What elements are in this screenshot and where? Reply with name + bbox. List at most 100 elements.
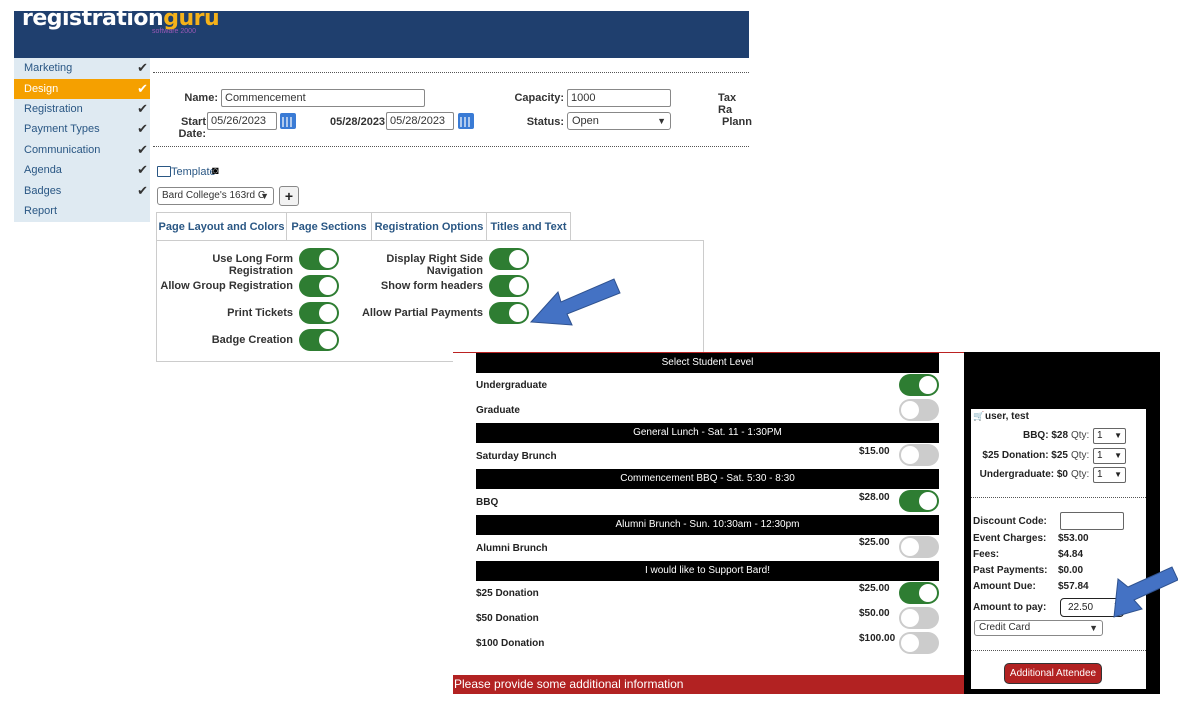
long-form-toggle[interactable] — [299, 248, 339, 270]
status-select[interactable]: Open ▼ — [567, 112, 671, 130]
print-tickets-toggle[interactable] — [299, 302, 339, 324]
cart-item-label: BBQ: $28 — [1022, 430, 1068, 441]
chevron-down-icon: ▼ — [1114, 470, 1122, 479]
sidebar-item-report[interactable]: Report — [14, 201, 150, 221]
tab-page-layout[interactable]: Page Layout and Colors — [156, 212, 287, 241]
cart-item-label: $25 Donation: $25 — [982, 450, 1068, 461]
option-label: BBQ — [476, 497, 499, 508]
donation-25-toggle[interactable] — [899, 582, 939, 604]
capacity-input[interactable]: 1000 — [567, 89, 671, 107]
event-charges-value: $53.00 — [1058, 533, 1089, 544]
check-icon: ✔ — [137, 142, 148, 157]
alumni-brunch-toggle[interactable] — [899, 536, 939, 558]
option-price: $50.00 — [859, 608, 890, 619]
toggle-label: Show form headers — [380, 280, 483, 292]
tab-registration-options[interactable]: Registration Options — [371, 212, 487, 241]
toggle-label: Allow Partial Payments — [361, 307, 483, 319]
section-header: Commencement BBQ - Sat. 5:30 - 8:30 — [476, 469, 939, 489]
check-icon: ✔ — [137, 121, 148, 136]
graduate-toggle[interactable] — [899, 399, 939, 421]
chevron-down-icon: ▼ — [1089, 623, 1098, 633]
qty-select[interactable]: 1 ▼ — [1093, 467, 1126, 483]
name-input[interactable]: Commencement — [221, 89, 425, 107]
tab-page-sections[interactable]: Page Sections — [286, 212, 372, 241]
partial-payments-toggle[interactable] — [489, 302, 529, 324]
check-icon: ✔ — [137, 101, 148, 116]
form-headers-toggle[interactable] — [489, 275, 529, 297]
fees-label: Fees: — [973, 549, 1000, 560]
additional-info-bar: Please provide some additional informati… — [453, 675, 965, 694]
option-price: $25.00 — [859, 583, 890, 594]
qty-select[interactable]: 1 ▼ — [1093, 428, 1126, 444]
additional-attendee-button[interactable]: Additional Attendee — [1004, 663, 1102, 684]
toggle-label: Use Long Form Registration — [212, 253, 293, 277]
past-payments-value: $0.00 — [1058, 565, 1084, 576]
template-label[interactable]: Template — [171, 166, 216, 178]
section-header: General Lunch - Sat. 11 - 1:30PM — [476, 423, 939, 443]
group-registration-toggle[interactable] — [299, 275, 339, 297]
undergraduate-toggle[interactable] — [899, 374, 939, 396]
bbq-toggle[interactable] — [899, 490, 939, 512]
donation-50-toggle[interactable] — [899, 607, 939, 629]
monitor-icon — [157, 166, 171, 177]
binoculars-icon[interactable]: ◙ — [212, 165, 219, 177]
sidebar-item-payment-types[interactable]: Payment Types ✔ — [14, 119, 150, 139]
amount-due-label: Amount Due: — [973, 581, 1036, 592]
chevron-down-icon: ▼ — [1114, 451, 1122, 460]
payment-method-select[interactable]: Credit Card ▼ — [974, 620, 1103, 636]
option-label: $100 Donation — [476, 638, 545, 649]
arrow-pointer-icon — [1113, 566, 1178, 618]
calendar-icon[interactable] — [280, 113, 296, 129]
sidebar-item-marketing[interactable]: Marketing ✔ — [14, 58, 150, 78]
add-template-button[interactable]: + — [279, 186, 299, 206]
check-icon: ✔ — [137, 183, 148, 198]
discount-code-input[interactable] — [1060, 512, 1124, 530]
qty-select[interactable]: 1 ▼ — [1093, 448, 1126, 464]
fees-value: $4.84 — [1058, 549, 1084, 560]
qty-label: Qty: — [1071, 450, 1090, 461]
check-icon: ✔ — [137, 81, 148, 96]
planner-label: Plann — [722, 116, 752, 128]
section-header: Alumni Brunch - Sun. 10:30am - 12:30pm — [476, 515, 939, 535]
chevron-down-icon: ▼ — [1114, 431, 1122, 440]
saturday-brunch-toggle[interactable] — [899, 444, 939, 466]
end-date-input[interactable]: 05/28/2023 — [386, 112, 454, 130]
qty-label: Qty: — [1071, 469, 1090, 480]
event-charges-label: Event Charges: — [973, 533, 1047, 544]
section-header: Select Student Level — [476, 353, 939, 373]
chevron-down-icon: ▼ — [260, 191, 269, 201]
option-label: Saturday Brunch — [476, 451, 557, 462]
cart-item-label: Undergraduate: $0 — [979, 469, 1068, 480]
check-icon: ✔ — [137, 162, 148, 177]
donation-100-toggle[interactable] — [899, 632, 939, 654]
cart-user: user, test — [985, 411, 1029, 422]
divider — [971, 497, 1146, 498]
divider — [971, 650, 1146, 651]
sidebar-item-badges[interactable]: Badges ✔ — [14, 181, 150, 201]
tab-titles-text[interactable]: Titles and Text — [486, 212, 571, 241]
toggle-label: Print Tickets — [227, 307, 293, 319]
option-price: $25.00 — [859, 537, 890, 548]
qty-label: Qty: — [1071, 430, 1090, 441]
option-label: Graduate — [476, 405, 520, 416]
sidebar-item-design[interactable]: Design ✔ — [14, 79, 150, 99]
option-label: Alumni Brunch — [476, 543, 548, 554]
start-date-input[interactable]: 05/26/2023 — [207, 112, 277, 130]
capacity-label: Capacity: — [514, 92, 564, 104]
sidebar-item-agenda[interactable]: Agenda ✔ — [14, 160, 150, 180]
calendar-icon[interactable] — [458, 113, 474, 129]
template-select[interactable]: Bard College's 163rd C ▼ — [157, 187, 274, 205]
status-label: Status: — [526, 116, 564, 128]
right-nav-toggle[interactable] — [489, 248, 529, 270]
option-label: Undergraduate — [476, 380, 548, 391]
toggle-label: Display Right Side Navigation — [386, 253, 483, 277]
discount-label: Discount Code: — [973, 516, 1047, 527]
amount-to-pay-label: Amount to pay: — [973, 602, 1047, 613]
chevron-down-icon: ▼ — [657, 116, 666, 126]
divider — [153, 146, 749, 147]
sidebar-item-communication[interactable]: Communication ✔ — [14, 140, 150, 160]
cart-icon: 🛒 — [973, 411, 985, 421]
sidebar-item-registration[interactable]: Registration ✔ — [14, 99, 150, 119]
option-price: $100.00 — [859, 633, 896, 644]
badge-creation-toggle[interactable] — [299, 329, 339, 351]
